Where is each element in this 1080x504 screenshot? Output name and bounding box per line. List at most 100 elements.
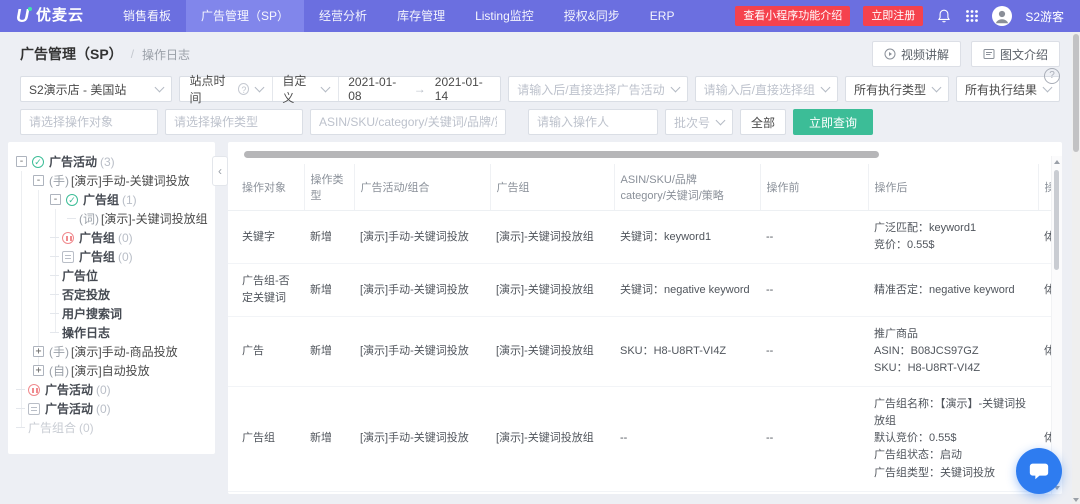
tree-connector [50, 256, 59, 257]
collapse-tree-button[interactable]: ‹ [212, 156, 228, 186]
breadcrumb-current: 操作日志 [142, 46, 190, 63]
batch-number-select[interactable]: 批次号 [665, 109, 733, 135]
operation-target-input[interactable] [20, 109, 158, 135]
all-filter-select[interactable]: 全部 [740, 109, 786, 135]
cell-after: 广泛匹配：keyword1 竞价：0.55$ [868, 211, 1038, 264]
tree-item-search-terms[interactable]: 用户搜索词 [8, 304, 211, 323]
page-actions: 视频讲解 图文介绍 [872, 41, 1060, 67]
tree-item-campaign-manual-keyword[interactable]: -(手)[演示]手动-关键词投放 [8, 171, 211, 190]
time-help-icon[interactable]: ? [238, 83, 249, 95]
notification-bell-icon[interactable] [936, 8, 952, 24]
window-scrollbar[interactable] [1072, 32, 1080, 504]
play-circle-icon [884, 48, 896, 60]
nav-item-auth-sync[interactable]: 授权&同步 [549, 0, 635, 32]
window-scrollbar-thumb[interactable] [1073, 34, 1079, 152]
nav-item-sales-dashboard[interactable]: 销售看板 [108, 0, 186, 32]
main-content: -✓广告活动(3)-(手)[演示]手动-关键词投放-✓广告组(1)(词)[演示]… [0, 142, 1080, 494]
tree-item-campaign-manual-product[interactable]: +(手)[演示]手动-商品投放 [8, 342, 211, 361]
cell-target: 关键字 [228, 211, 304, 264]
nav-item-listing-monitor[interactable]: Listing监控 [460, 0, 549, 32]
tree-connector [50, 294, 59, 295]
tree-item-label: 操作日志 [62, 324, 110, 341]
expand-toggle-icon[interactable]: + [33, 346, 44, 357]
mini-program-intro-button[interactable]: 查看小程序功能介绍 [735, 6, 850, 26]
tree-item-campaigns-enabled[interactable]: -✓广告活动(3) [8, 152, 211, 171]
tree-item-campaigns-archived[interactable]: 广告活动(0) [8, 399, 211, 418]
chevron-down-icon [1043, 83, 1053, 93]
search-button[interactable]: 立即查询 [793, 109, 873, 135]
expand-toggle-icon[interactable]: + [33, 365, 44, 376]
tree-item-label: 广告组 [79, 229, 115, 246]
tree-item-label: 广告组合 [28, 419, 76, 436]
scroll-down-arrow-icon[interactable] [1073, 498, 1079, 502]
column-header-entity: ASIN/SKU/品牌 category/关键词/策略 [614, 164, 760, 211]
app-window: U 优麦云 销售看板广告管理（SP）经营分析库存管理Listing监控授权&同步… [0, 0, 1080, 504]
tree-item-campaigns-paused[interactable]: 广告活动(0) [8, 380, 211, 399]
video-guide-button[interactable]: 视频讲解 [872, 41, 961, 67]
operation-type-input[interactable] [165, 109, 303, 135]
table-vertical-scrollbar[interactable] [1051, 156, 1062, 494]
apps-grid-icon[interactable] [965, 9, 979, 23]
cell-after: 活动名称：【演示】手动-关键词投放 投放类型：手动投放 组合：MYL广告组合名称… [868, 491, 1038, 494]
cell-campaign: [演示]手动-关键词投放 [354, 317, 490, 387]
scroll-up-arrow-icon[interactable] [1054, 160, 1060, 164]
tree-item-label: [演示]自动投放 [71, 362, 150, 379]
nav-item-ad-management-sp[interactable]: 广告管理（SP） [186, 0, 304, 32]
time-mode-select[interactable]: 自定义 [272, 77, 338, 101]
exec-type-select[interactable]: 所有执行类型 [845, 76, 949, 102]
tree-item-adgroup-keyword[interactable]: (词)[演示]-关键词投放组 [8, 209, 211, 228]
breadcrumb-parent[interactable]: 广告管理（SP） [20, 44, 123, 64]
logo-dot [28, 7, 32, 11]
tree-type-prefix: (自) [49, 362, 69, 379]
column-header-before: 操作前 [760, 164, 868, 211]
cell-target: 广告活动 [228, 491, 304, 494]
horizontal-scrollbar[interactable] [244, 151, 879, 158]
tree-item-adgroups-archived[interactable]: 广告组(0) [8, 247, 211, 266]
collapse-toggle-icon[interactable]: - [16, 156, 27, 167]
tree-connector [50, 313, 59, 314]
tree-connector [16, 408, 25, 409]
column-header-target: 操作对象 [228, 164, 304, 211]
tree-item-operation-log[interactable]: 操作日志 [8, 323, 211, 342]
help-icon[interactable]: ? [1044, 68, 1060, 84]
entity-search-input[interactable] [310, 109, 506, 135]
cell-after: 精准否定：negative keyword [868, 264, 1038, 317]
cell-campaign: [演示]手动-关键词投放 [354, 387, 490, 491]
cell-campaign: [演示]手动-关键词投放 [354, 264, 490, 317]
column-header-after: 操作后 [868, 164, 1038, 211]
tree-item-adgroups-enabled[interactable]: -✓广告组(1) [8, 190, 211, 209]
tree-item-portfolios[interactable]: 广告组合(0) [8, 418, 211, 437]
brand[interactable]: U 优麦云 [0, 0, 108, 32]
chevron-down-icon [255, 83, 265, 93]
campaign-tree-panel: -✓广告活动(3)-(手)[演示]手动-关键词投放-✓广告组(1)(词)[演示]… [8, 142, 215, 454]
cell-entity: SKU：H8-U8RT-VI4Z [614, 317, 760, 387]
collapse-toggle-icon[interactable]: - [50, 194, 61, 205]
time-type-select[interactable]: 站点时间 ? [180, 77, 272, 101]
table-scrollbar-thumb[interactable] [1054, 170, 1059, 270]
tree-item-count: (0) [96, 383, 111, 397]
store-select[interactable]: S2演示店 - 美国站 [20, 76, 172, 102]
nav-item-inventory[interactable]: 库存管理 [382, 0, 460, 32]
tree-item-adgroups-paused[interactable]: 广告组(0) [8, 228, 211, 247]
tree-type-prefix: (手) [49, 343, 69, 360]
tree-item-negative-targeting[interactable]: 否定投放 [8, 285, 211, 304]
cell-target: 广告 [228, 317, 304, 387]
cell-entity: 关键词：keyword1 [614, 211, 760, 264]
adgroup-select[interactable]: 请输入后/直接选择组 [695, 76, 838, 102]
tree-connector [50, 275, 59, 276]
tree-item-placements[interactable]: 广告位 [8, 266, 211, 285]
user-avatar[interactable] [992, 6, 1012, 26]
collapse-toggle-icon[interactable]: - [33, 175, 44, 186]
register-button[interactable]: 立即注册 [863, 6, 923, 26]
date-range-picker[interactable]: 2021-01-08 → 2021-01-14 [338, 77, 500, 101]
nav-item-business-analysis[interactable]: 经营分析 [304, 0, 382, 32]
username[interactable]: S2游客 [1025, 8, 1064, 25]
campaign-select[interactable]: 请输入后/直接选择广告活动 [508, 76, 687, 102]
operator-input[interactable] [528, 109, 658, 135]
docs-guide-button[interactable]: 图文介绍 [971, 41, 1060, 67]
chat-widget-button[interactable] [1016, 448, 1062, 494]
date-to-value: 2021-01-14 [435, 75, 492, 103]
tree-item-campaign-auto[interactable]: + (自)[演示]自动投放 [8, 361, 211, 380]
tree-list: -✓广告活动(3)-(手)[演示]手动-关键词投放-✓广告组(1)(词)[演示]… [8, 152, 211, 437]
nav-item-erp[interactable]: ERP [635, 0, 690, 32]
